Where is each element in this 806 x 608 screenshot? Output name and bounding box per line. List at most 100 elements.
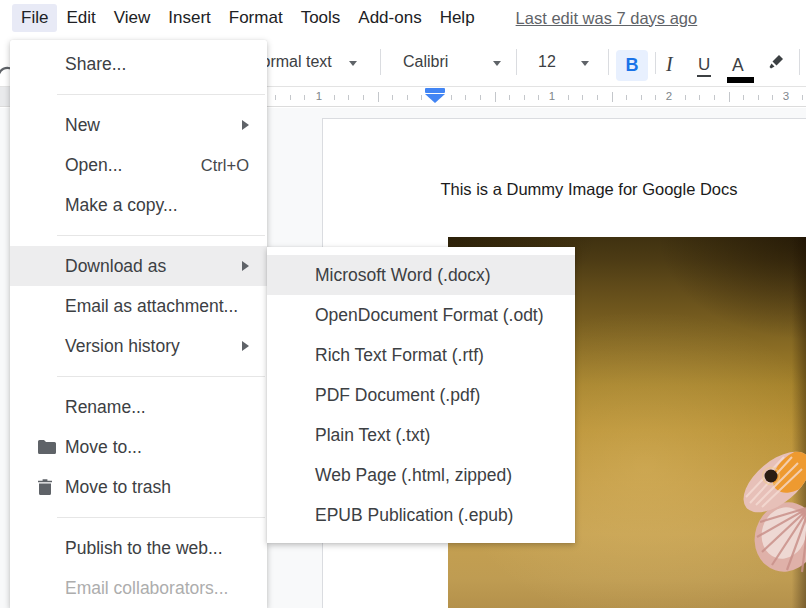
submenu-arrow-icon [242, 341, 249, 351]
menu-item-rich-text-format-rtf[interactable]: Rich Text Format (.rtf) [267, 335, 575, 375]
menu-item-label: Move to... [65, 437, 142, 458]
ruler-tick [597, 95, 598, 100]
ruler-tick [743, 95, 744, 100]
menubar-item-add-ons[interactable]: Add-ons [349, 4, 430, 32]
ruler-tick [407, 95, 408, 100]
document-text[interactable]: This is a Dummy Image for Google Docs [440, 180, 737, 199]
menu-item-opendocument-format-odt[interactable]: OpenDocument Format (.odt) [267, 295, 575, 335]
italic-button[interactable]: I [666, 53, 673, 76]
menubar-item-edit[interactable]: Edit [57, 4, 104, 32]
chevron-down-icon[interactable] [581, 61, 589, 66]
menu-item-label: OpenDocument Format (.odt) [315, 305, 544, 326]
menubar-item-view[interactable]: View [105, 4, 160, 32]
chevron-down-icon[interactable] [349, 61, 357, 66]
menu-item-make-a-copy[interactable]: Make a copy... [10, 185, 267, 225]
menu-item-open[interactable]: Open...Ctrl+O [10, 145, 267, 185]
ruler-tick [582, 95, 583, 100]
ruler-tick [275, 95, 276, 100]
menu-item-email-collaborators[interactable]: Email collaborators... [10, 568, 267, 608]
menu-item-label: Plain Text (.txt) [315, 425, 430, 446]
menu-item-label: Share... [65, 54, 126, 75]
ruler-number: 3 [783, 90, 789, 102]
butterfly-image [732, 437, 806, 587]
ruler-tick [363, 95, 364, 100]
folder-icon [38, 440, 56, 455]
toolbar-divider [655, 52, 656, 74]
submenu-arrow-icon [242, 261, 249, 271]
menu-item-microsoft-word-docx[interactable]: Microsoft Word (.docx) [267, 255, 575, 295]
ruler-tick [465, 95, 466, 100]
font-name-dropdown[interactable]: Calibri [403, 53, 448, 71]
menu-item-web-page-html-zipped[interactable]: Web Page (.html, zipped) [267, 455, 575, 495]
toolbar-divider [380, 49, 381, 75]
bold-button[interactable]: B [616, 50, 648, 81]
submenu-arrow-icon [242, 120, 249, 130]
ruler-tick [509, 95, 510, 100]
menu-item-label: Web Page (.html, zipped) [315, 465, 512, 486]
menu-item-new[interactable]: New [10, 105, 267, 145]
menu-item-label: Download as [65, 256, 166, 277]
ruler-tick [524, 95, 525, 100]
menu-item-rename[interactable]: Rename... [10, 387, 267, 427]
menu-item-publish-to-the-web[interactable]: Publish to the web... [10, 528, 267, 568]
underline-button[interactable]: U [697, 55, 711, 77]
paint-format-icon[interactable] [766, 51, 786, 71]
menu-item-label: PDF Document (.pdf) [315, 385, 480, 406]
menu-item-plain-text-txt[interactable]: Plain Text (.txt) [267, 415, 575, 455]
font-size-dropdown[interactable]: 12 [538, 53, 556, 71]
ruler-tick [334, 95, 335, 100]
menu-divider [57, 235, 265, 236]
menu-item-label: Email as attachment... [65, 296, 238, 317]
menubar-item-help[interactable]: Help [431, 4, 484, 32]
menu-item-label: Microsoft Word (.docx) [315, 265, 491, 286]
ruler-number: 2 [666, 90, 672, 102]
menu-item-version-history[interactable]: Version history [10, 326, 267, 366]
text-color-button[interactable]: A [732, 55, 744, 76]
menubar-item-file[interactable]: File [12, 4, 57, 32]
ruler-tick [451, 95, 452, 100]
ruler-tick [421, 95, 422, 100]
menu-item-label: Version history [65, 336, 180, 357]
ruler-tick [655, 95, 656, 100]
file-menu: Share... New Open...Ctrl+OMake a copy... Do… [10, 40, 267, 608]
ruler-tick [538, 95, 539, 100]
ruler-tick [641, 95, 642, 100]
ruler-tick [392, 95, 393, 100]
menu-item-download-as[interactable]: Download as [10, 246, 267, 286]
menubar-item-insert[interactable]: Insert [159, 4, 220, 32]
first-line-indent-marker[interactable] [425, 88, 445, 93]
menu-item-epub-publication-epub[interactable]: EPUB Publication (.epub) [267, 495, 575, 535]
menu-item-label: EPUB Publication (.epub) [315, 505, 513, 526]
menu-item-label: Rename... [65, 397, 146, 418]
ruler-tick [802, 95, 803, 100]
menu-item-label: Rich Text Format (.rtf) [315, 345, 484, 366]
last-edit-link[interactable]: Last edit was 7 days ago [516, 9, 698, 28]
menu-item-email-as-attachment[interactable]: Email as attachment... [10, 286, 267, 326]
ruler-number: 1 [549, 90, 555, 102]
menu-item-label: Email collaborators... [65, 578, 228, 599]
menu-item-label: Move to trash [65, 477, 171, 498]
menu-item-move-to-trash[interactable]: Move to trash [10, 467, 267, 507]
download-as-submenu: Microsoft Word (.docx) OpenDocument Forma… [267, 247, 575, 543]
menu-item-share[interactable]: Share... [10, 44, 267, 84]
ruler-tick [626, 95, 627, 100]
chevron-down-icon[interactable] [493, 61, 501, 66]
menu-divider [57, 517, 265, 518]
menu-item-shortcut: Ctrl+O [201, 156, 249, 175]
menubar-item-tools[interactable]: Tools [292, 4, 350, 32]
ruler-tick [772, 95, 773, 100]
menu-item-label: New [65, 115, 100, 136]
left-indent-marker[interactable] [425, 94, 445, 103]
ruler-tick [304, 95, 305, 100]
ruler-tick [348, 95, 349, 100]
ruler-tick [699, 95, 700, 100]
menu-item-pdf-document-pdf[interactable]: PDF Document (.pdf) [267, 375, 575, 415]
menu-bar: FileEditViewInsertFormatToolsAdd-onsHelp… [0, 0, 806, 36]
toolbar-divider [799, 49, 800, 75]
trash-icon [38, 479, 52, 496]
ruler-tick [378, 92, 379, 102]
text-color-bar [727, 77, 754, 83]
menu-item-move-to[interactable]: Move to... [10, 427, 267, 467]
menubar-item-format[interactable]: Format [220, 4, 292, 32]
toolbar-divider [516, 49, 517, 75]
